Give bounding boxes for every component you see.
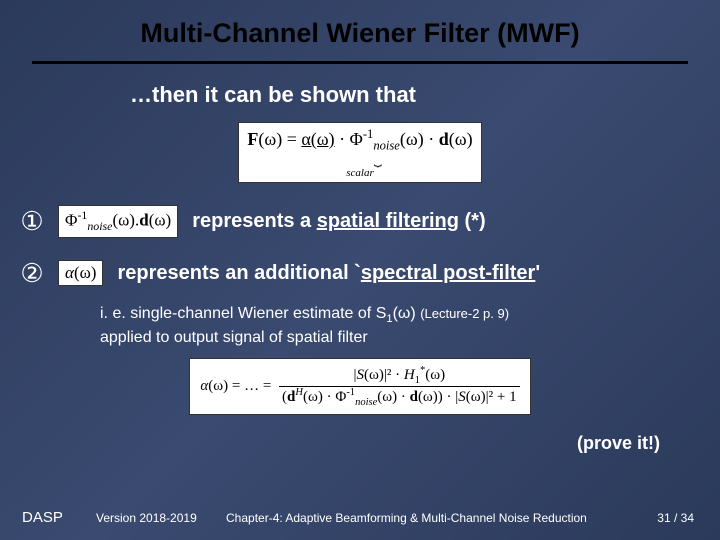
scalar-label: scalar	[247, 167, 472, 180]
bullet-2-ul: spectral post-filter	[361, 262, 535, 284]
fraction-denominator: (dH(ω) · Φ-1noise(ω) · d(ω)) · |S(ω)|² +…	[279, 387, 520, 408]
main-equation-text: F(ω) = α(ω) · Φ-1noise(ω) · d(ω)	[247, 129, 472, 149]
footer-version: Version 2018-2019	[96, 511, 226, 525]
bullet-2-formula: α(ω)	[58, 260, 103, 286]
bullet-2-text: represents an additional `spectral post-…	[117, 262, 540, 285]
bullet-2-row: ② α(ω) represents an additional `spectra…	[0, 258, 720, 289]
intro-text: …then it can be shown that	[130, 82, 720, 108]
bullet-1-row: ① Φ-1noise(ω).d(ω) represents a spatial …	[0, 205, 720, 237]
alpha-equation-wrap: α(ω) = … = |S(ω)|² · H1*(ω) (dH(ω) · Φ-1…	[0, 358, 720, 415]
bullet-1-number: ①	[0, 206, 58, 237]
subnote-l1a: i. e. single-channel Wiener estimate of …	[100, 305, 386, 322]
sub-note: i. e. single-channel Wiener estimate of …	[100, 303, 720, 349]
footer-chapter: Chapter-4: Adaptive Beamforming & Multi-…	[226, 511, 657, 525]
footer-dasp: DASP	[22, 509, 96, 526]
bullet-2-pre: represents an additional `	[117, 262, 360, 284]
alpha-lhs: α(ω) = … =	[200, 378, 271, 394]
fraction-numerator: |S(ω)|² · H1*(ω)	[279, 365, 520, 387]
bullet-1-formula: Φ-1noise(ω).d(ω)	[58, 205, 178, 237]
main-equation-wrap: F(ω) = α(ω) · Φ-1noise(ω) · d(ω) ⏟ scala…	[0, 122, 720, 183]
subnote-l1b: (ω)	[393, 305, 421, 322]
bullet-1-pre: represents a	[192, 210, 317, 232]
title-rule	[32, 61, 688, 64]
footer: DASP Version 2018-2019 Chapter-4: Adapti…	[0, 509, 720, 526]
prove-it: (prove it!)	[0, 433, 660, 454]
main-equation: F(ω) = α(ω) · Φ-1noise(ω) · d(ω) ⏟ scala…	[238, 122, 481, 183]
slide: Multi-Channel Wiener Filter (MWF) …then …	[0, 0, 720, 540]
subnote-l2: applied to output signal of spatial filt…	[100, 329, 368, 346]
fraction: |S(ω)|² · H1*(ω) (dH(ω) · Φ-1noise(ω) · …	[279, 365, 520, 408]
title-area: Multi-Channel Wiener Filter (MWF)	[0, 0, 720, 49]
bullet-2-number: ②	[0, 258, 58, 289]
footer-page: 31 / 34	[657, 511, 694, 525]
bullet-1-ul: spatial filtering	[317, 210, 459, 232]
bullet-1-text: represents a spatial filtering (*)	[192, 210, 485, 233]
bullet-2-post: '	[535, 262, 540, 284]
slide-title: Multi-Channel Wiener Filter (MWF)	[140, 18, 579, 49]
lecture-ref: (Lecture-2 p. 9)	[420, 306, 509, 321]
bullet-1-post: (*)	[459, 210, 486, 232]
brace-icon: ⏟	[247, 152, 472, 168]
alpha-equation: α(ω) = … = |S(ω)|² · H1*(ω) (dH(ω) · Φ-1…	[189, 358, 530, 415]
